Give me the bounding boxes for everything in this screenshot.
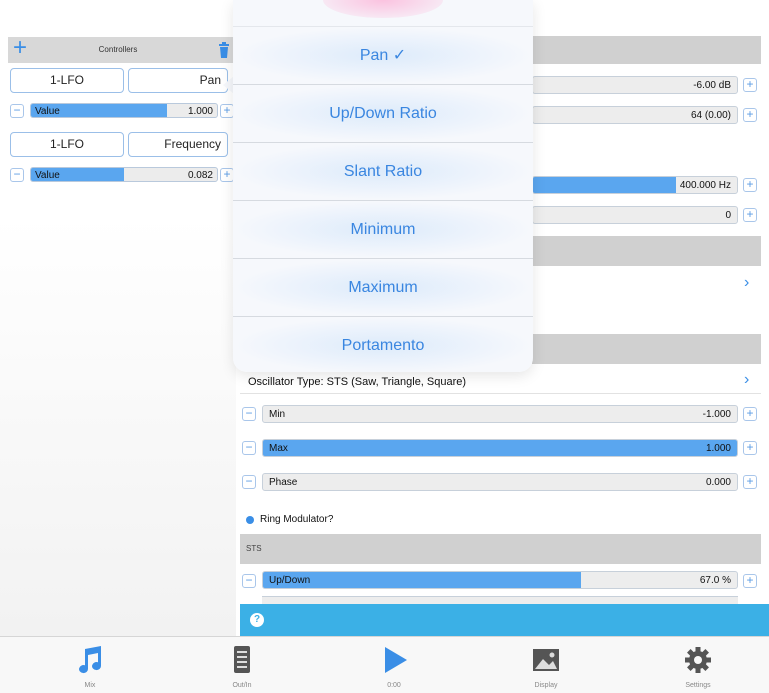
controllers-panel: + Controllers 1-LFO Pan − Value 1.000 +1-LFO F… — [0, 35, 236, 636]
parameter-popover: Pan ✓ Up/Down Ratio Slant Ratio Minimum Maxi… — [233, 0, 533, 372]
controller-value-number: 0.082 — [187, 170, 213, 181]
oscillator-chevron-icon: › — [744, 371, 750, 388]
popover-item[interactable]: Pan ✓ — [233, 26, 533, 84]
controller-value-label: Value — [35, 106, 60, 117]
controller-value-number: 1.000 — [187, 106, 213, 117]
param-fill — [263, 440, 737, 456]
fourth-slider[interactable]: 0 — [532, 206, 738, 224]
controllers-title: Controllers — [98, 45, 138, 54]
pan-value: 64 (0.00) — [690, 110, 731, 121]
chevron-right-icon[interactable]: › — [744, 274, 749, 292]
ring-modulator-label: Ring Modulator? — [260, 514, 334, 525]
tab-label: Mix — [84, 682, 96, 689]
tab-bar: Mix Out/In 0:00 Display Settings — [0, 636, 769, 693]
param-decrement-button[interactable]: − — [242, 407, 256, 421]
volume-increment-button[interactable]: + — [743, 78, 757, 92]
updown-decrement-button[interactable]: − — [242, 574, 256, 588]
tab-out-in[interactable]: Out/In — [192, 637, 292, 693]
frequency-increment-button[interactable]: + — [743, 178, 757, 192]
trash-icon[interactable] — [218, 41, 230, 59]
popover-glow — [323, 0, 443, 18]
controller-target-button[interactable]: Frequency — [128, 132, 228, 157]
partial-slider — [262, 596, 738, 604]
add-controller-icon[interactable]: + — [10, 35, 30, 63]
section-header-middle — [532, 236, 761, 266]
controller-value-slider[interactable]: Value 1.000 — [30, 103, 218, 118]
param-label: Phase — [269, 477, 298, 488]
section-header-top — [532, 36, 761, 64]
controller-increment-button[interactable]: + — [220, 168, 234, 182]
param-value: 1.000 — [705, 443, 731, 454]
updown-fill — [263, 572, 581, 588]
tab-label: Out/In — [232, 682, 252, 689]
controller-value-label: Value — [35, 170, 60, 181]
param-increment-button[interactable]: + — [743, 407, 757, 421]
updown-increment-button[interactable]: + — [743, 574, 757, 588]
tab-mix[interactable]: Mix — [40, 637, 140, 693]
popover-item[interactable]: Portamento — [233, 316, 533, 372]
tab-label: Display — [534, 682, 558, 689]
param-slider[interactable]: Phase 0.000 — [262, 473, 738, 491]
fourth-increment-button[interactable]: + — [743, 208, 757, 222]
controllers-header: + Controllers — [8, 35, 234, 63]
section-label-sts: STS — [246, 544, 262, 553]
param-decrement-button[interactable]: − — [242, 441, 256, 455]
popover-item[interactable]: Slant Ratio — [233, 142, 533, 200]
param-slider[interactable]: Max 1.000 — [262, 439, 738, 457]
pan-increment-button[interactable]: + — [743, 108, 757, 122]
param-value: 0.000 — [705, 477, 731, 488]
updown-label: Up/Down — [269, 575, 311, 586]
section-header-oscillator — [532, 334, 761, 364]
frequency-fill — [533, 177, 676, 193]
volume-slider[interactable]: -6.00 dB — [532, 76, 738, 94]
controller-decrement-button[interactable]: − — [10, 104, 24, 118]
param-value: -1.000 — [702, 409, 731, 420]
controller-value-slider[interactable]: Value 0.082 — [30, 167, 218, 182]
frequency-value: 400.000 Hz — [679, 180, 731, 191]
popover-item[interactable]: Maximum — [233, 258, 533, 316]
app-window: -6.00 dB + 64 (0.00) + 400.000 Hz + 0 + … — [0, 0, 769, 693]
param-increment-button[interactable]: + — [743, 475, 757, 489]
tab-settings[interactable]: Settings — [648, 637, 748, 693]
param-slider[interactable]: Min -1.000 — [262, 405, 738, 423]
popover-item[interactable]: Up/Down Ratio — [233, 84, 533, 142]
volume-value: -6.00 dB — [693, 80, 731, 91]
controller-source-button[interactable]: 1-LFO — [10, 68, 124, 93]
radio-icon[interactable] — [246, 516, 254, 524]
fourth-value: 0 — [725, 210, 731, 221]
updown-value: 67.0 % — [699, 575, 731, 586]
param-label: Max — [269, 443, 288, 454]
popover-item[interactable]: Minimum — [233, 200, 533, 258]
tab-label: Settings — [685, 682, 711, 689]
help-bar: ? — [240, 604, 769, 636]
controller-target-button[interactable]: Pan — [128, 68, 228, 93]
controller-source-button[interactable]: 1-LFO — [10, 132, 124, 157]
oscillator-type-label: Oscillator Type: STS (Saw, Triangle, Squ… — [248, 376, 467, 388]
tab-display[interactable]: Display — [496, 637, 596, 693]
oscillator-type-row[interactable]: Oscillator Type: STS (Saw, Triangle, Squ… — [240, 370, 761, 394]
frequency-slider[interactable]: 400.000 Hz — [532, 176, 738, 194]
param-label: Min — [269, 409, 286, 420]
param-increment-button[interactable]: + — [743, 441, 757, 455]
pan-slider[interactable]: 64 (0.00) — [532, 106, 738, 124]
controller-increment-button[interactable]: + — [220, 104, 234, 118]
help-icon[interactable]: ? — [250, 613, 264, 627]
tab-0-00[interactable]: 0:00 — [344, 637, 444, 693]
param-decrement-button[interactable]: − — [242, 475, 256, 489]
tab-label: 0:00 — [387, 682, 401, 689]
ring-modulator-row[interactable]: Ring Modulator? — [240, 510, 761, 532]
updown-slider[interactable]: Up/Down 67.0 % — [262, 571, 738, 589]
section-header-sts: STS — [240, 534, 761, 564]
controller-decrement-button[interactable]: − — [10, 168, 24, 182]
